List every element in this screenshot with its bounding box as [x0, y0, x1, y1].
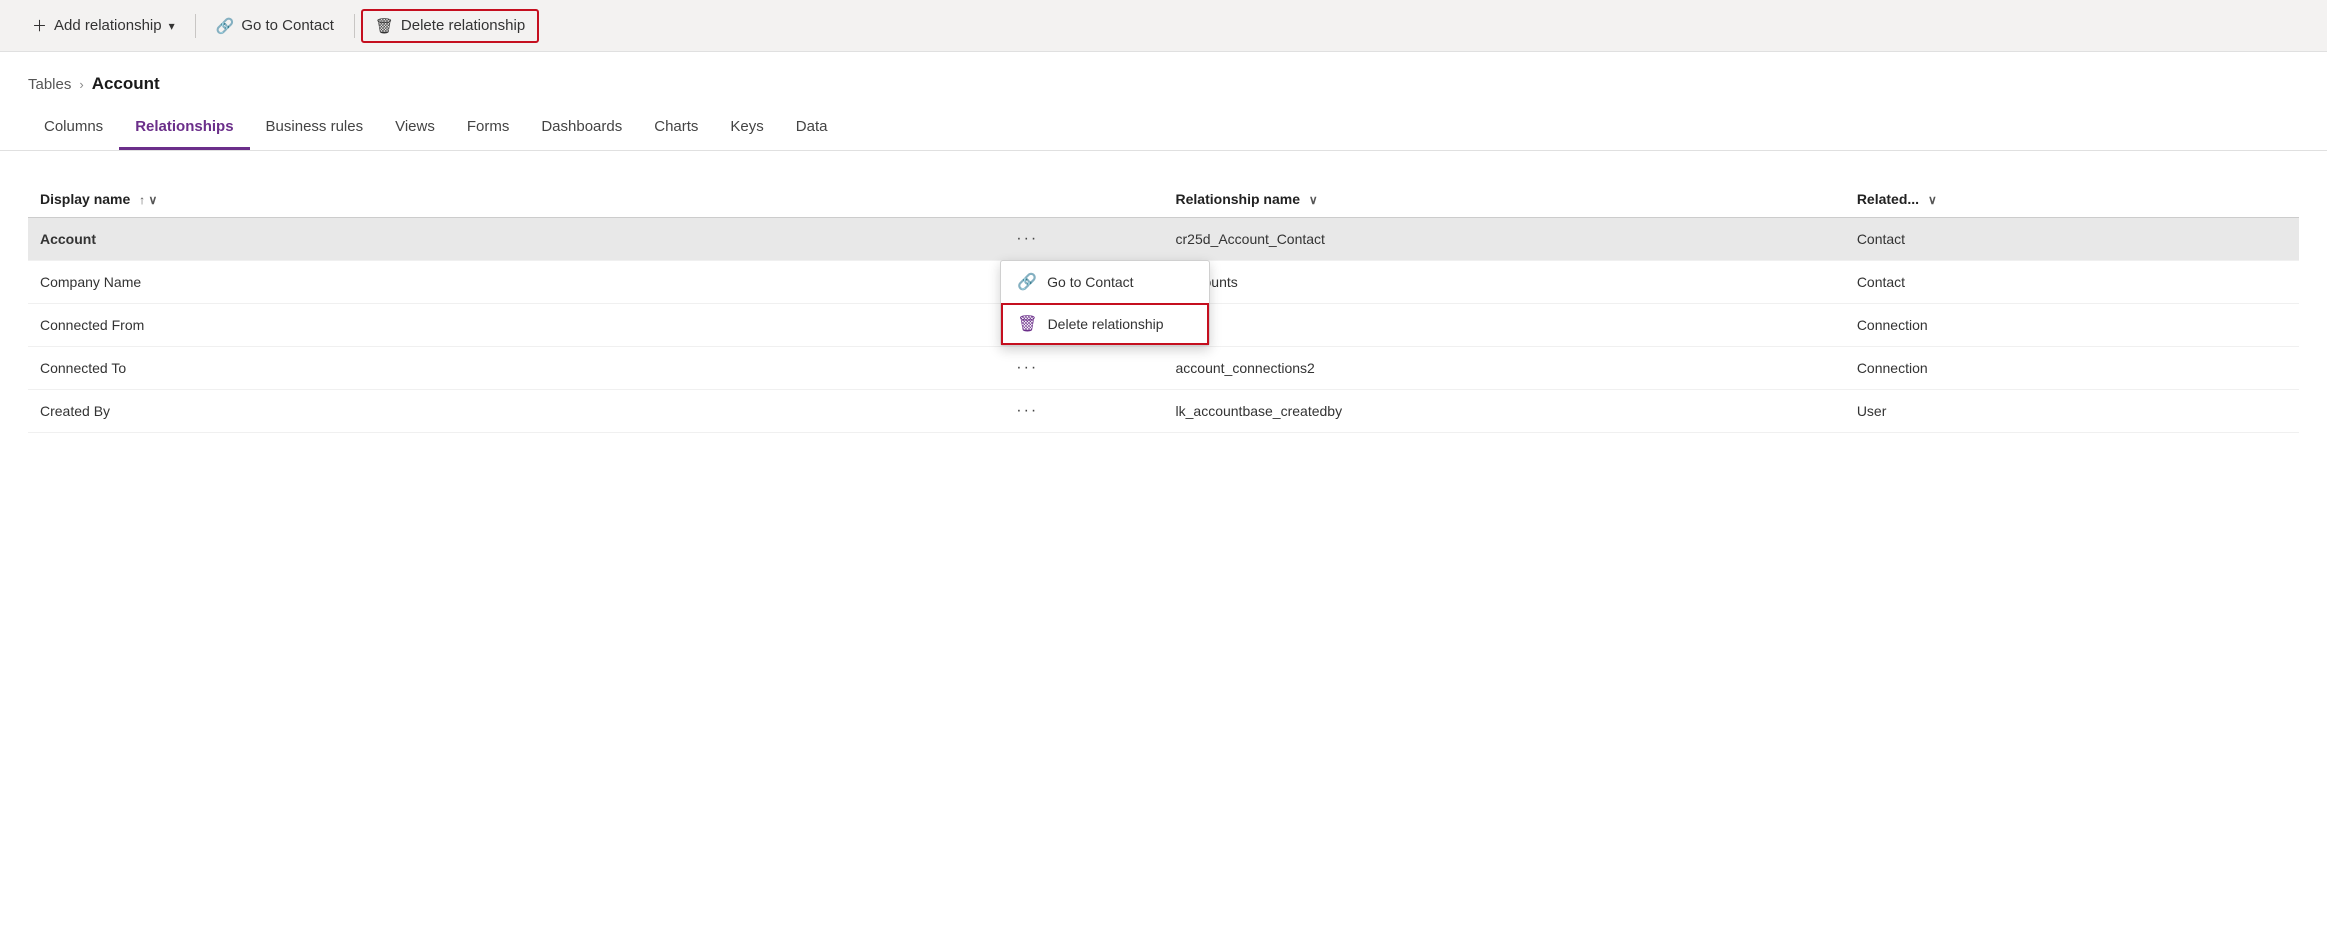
context-goto-contact[interactable]: 🔗 Go to Contact	[1001, 261, 1209, 303]
link-icon: 🔗	[216, 17, 235, 35]
row-relname-company: …ccounts	[1164, 261, 1845, 304]
context-menu-account: 🔗 Go to Contact 🗑 Delete relationship	[1000, 260, 1210, 346]
breadcrumb-tables-link[interactable]: Tables	[28, 76, 71, 93]
tab-data[interactable]: Data	[780, 106, 844, 150]
row-related-createdby: User	[1845, 390, 2299, 433]
trash-menu-icon: 🗑	[1017, 314, 1037, 334]
col-header-relname[interactable]: Relationship name ∨	[1164, 181, 1845, 218]
row-relname-connfrom: …s1	[1164, 304, 1845, 347]
sort-icons-display[interactable]: ↑ ∨	[139, 193, 157, 207]
table-row: Created By ··· lk_accountbase_createdby …	[28, 390, 2299, 433]
main-content: Display name ↑ ∨ Relationship name ∨ Rel…	[0, 151, 2327, 433]
row-related-company: Contact	[1845, 261, 2299, 304]
tab-business-rules[interactable]: Business rules	[250, 106, 380, 150]
tab-relationships[interactable]: Relationships	[119, 106, 249, 150]
table-row: Account ··· 🔗 Go to Contact 🗑	[28, 218, 2299, 261]
tabs-bar: Columns Relationships Business rules Vie…	[0, 106, 2327, 151]
toolbar-divider-2	[354, 14, 355, 38]
breadcrumb-current: Account	[92, 74, 160, 94]
row-display-connfrom: Connected From	[28, 304, 891, 347]
row-display-createdby: Created By	[28, 390, 891, 433]
context-delete-relationship[interactable]: 🗑 Delete relationship	[1001, 303, 1209, 345]
sort-icons-relname[interactable]: ∨	[1309, 193, 1318, 207]
breadcrumb: Tables › Account	[0, 52, 2327, 98]
tab-columns[interactable]: Columns	[28, 106, 119, 150]
table-row: Connected To ··· account_connections2 Co…	[28, 347, 2299, 390]
goto-contact-button[interactable]: 🔗 Go to Contact	[202, 9, 348, 43]
row-related-connto: Connection	[1845, 347, 2299, 390]
sort-icons-related[interactable]: ∨	[1928, 193, 1937, 207]
add-dropdown-icon: ▾	[169, 19, 175, 33]
col-header-dots	[891, 181, 1164, 218]
row-dots-account: ··· 🔗 Go to Contact 🗑 Delete relationshi…	[891, 218, 1164, 261]
toolbar: ＋ Add relationship ▾ 🔗 Go to Contact 🗑 D…	[0, 0, 2327, 52]
row-display-company: Company Name	[28, 261, 891, 304]
row-relname-createdby: lk_accountbase_createdby	[1164, 390, 1845, 433]
add-relationship-button[interactable]: ＋ Add relationship ▾	[18, 7, 189, 44]
add-relationship-label: Add relationship	[54, 17, 162, 34]
plus-icon: ＋	[32, 15, 47, 36]
ellipsis-button-account[interactable]: ···	[1010, 228, 1044, 250]
row-display-connto: Connected To	[28, 347, 891, 390]
delete-relationship-button[interactable]: 🗑 Delete relationship	[361, 9, 539, 43]
row-dots-connto: ···	[891, 347, 1164, 390]
context-menu-wrapper-account: ··· 🔗 Go to Contact 🗑 Delete relationshi…	[1010, 228, 1044, 250]
relationships-table: Display name ↑ ∨ Relationship name ∨ Rel…	[28, 181, 2299, 433]
toolbar-divider-1	[195, 14, 196, 38]
goto-contact-label: Go to Contact	[241, 17, 334, 34]
row-related-connfrom: Connection	[1845, 304, 2299, 347]
row-display-account: Account	[28, 218, 891, 261]
ellipsis-button-connto[interactable]: ···	[1010, 357, 1044, 379]
tab-keys[interactable]: Keys	[714, 106, 779, 150]
row-relname-account: cr25d_Account_Contact	[1164, 218, 1845, 261]
ellipsis-button-createdby[interactable]: ···	[1010, 400, 1044, 422]
tab-dashboards[interactable]: Dashboards	[525, 106, 638, 150]
link-menu-icon: 🔗	[1017, 272, 1037, 292]
row-dots-createdby: ···	[891, 390, 1164, 433]
context-delete-label: Delete relationship	[1048, 316, 1164, 332]
table-header-row: Display name ↑ ∨ Relationship name ∨ Rel…	[28, 181, 2299, 218]
breadcrumb-separator: ›	[79, 77, 83, 92]
col-header-related[interactable]: Related... ∨	[1845, 181, 2299, 218]
tab-forms[interactable]: Forms	[451, 106, 526, 150]
context-goto-label: Go to Contact	[1047, 274, 1133, 290]
trash-icon: 🗑	[375, 17, 394, 35]
col-header-display[interactable]: Display name ↑ ∨	[28, 181, 891, 218]
row-related-account: Contact	[1845, 218, 2299, 261]
delete-relationship-label: Delete relationship	[401, 17, 525, 34]
row-relname-connto: account_connections2	[1164, 347, 1845, 390]
tab-views[interactable]: Views	[379, 106, 451, 150]
tab-charts[interactable]: Charts	[638, 106, 714, 150]
